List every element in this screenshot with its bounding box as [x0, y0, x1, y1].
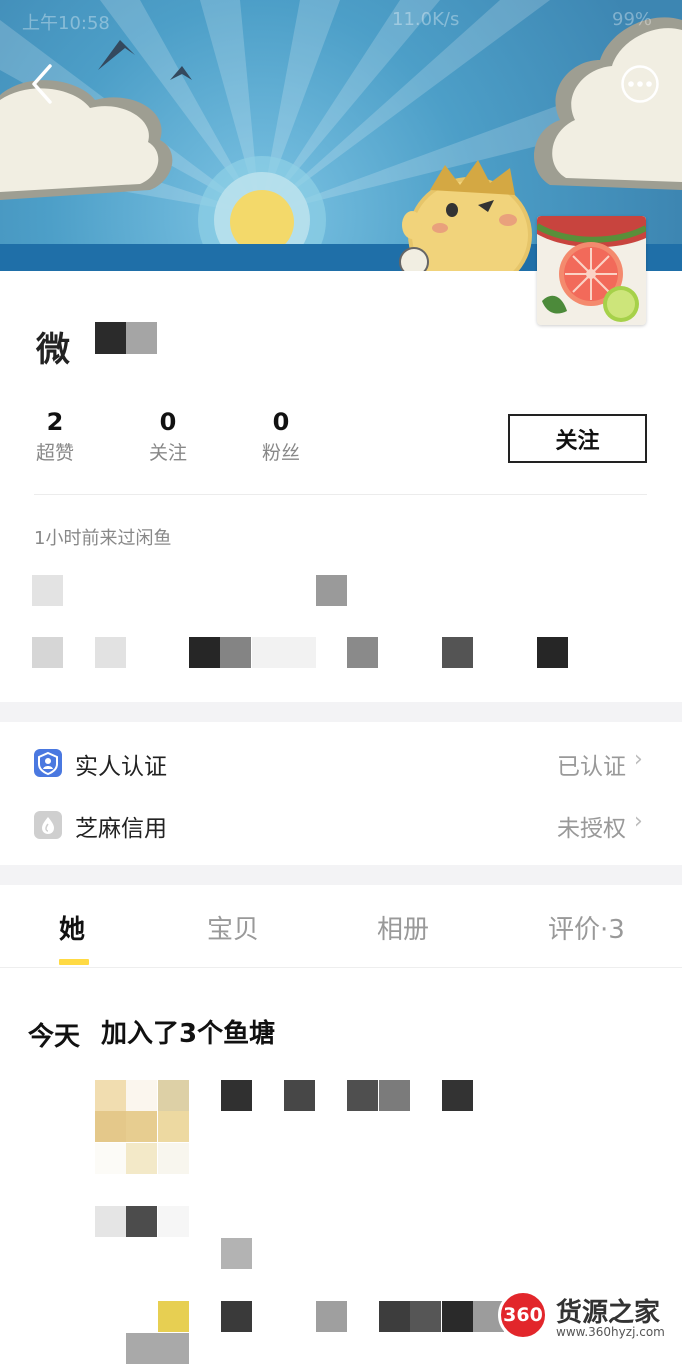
- stat-value: 0: [159, 408, 177, 436]
- status-network-speed: 11.0K/s: [392, 9, 460, 30]
- mosaic-block: [220, 637, 251, 668]
- status-time: 上午10:58: [22, 13, 110, 34]
- mosaic-block: [252, 637, 316, 668]
- stat-label: 关注: [148, 442, 187, 464]
- mosaic-block: [95, 1111, 126, 1142]
- profile-name: 微: [36, 330, 70, 370]
- tab-items[interactable]: 宝贝: [207, 909, 259, 946]
- follow-button[interactable]: 关注: [508, 414, 647, 463]
- chevron-right-icon: ›: [634, 747, 643, 772]
- stat-value: 0: [272, 408, 290, 436]
- tab-album[interactable]: 相册: [377, 909, 429, 946]
- mosaic-block: [284, 1080, 315, 1111]
- mosaic-block: [537, 637, 568, 668]
- mosaic-block: [158, 1206, 189, 1237]
- mosaic-block: [95, 1080, 126, 1111]
- mosaic-block: [442, 637, 473, 668]
- tab-active-indicator: [59, 959, 89, 965]
- name-mosaic: [95, 322, 158, 354]
- mosaic-block: [126, 1206, 157, 1237]
- watermark-badge: 360: [498, 1290, 548, 1340]
- verification-title: 芝麻信用: [75, 816, 167, 842]
- stat-likes[interactable]: 2 超赞: [25, 408, 85, 465]
- verification-value: 已认证: [557, 754, 626, 780]
- stat-label: 超赞: [35, 442, 74, 464]
- mosaic-block: [126, 1143, 157, 1174]
- feed-title: 加入了3个鱼塘: [101, 1019, 276, 1049]
- mosaic-block: [442, 1080, 473, 1111]
- mosaic-block: [95, 637, 126, 668]
- mosaic-block: [379, 1080, 410, 1111]
- tab-reviews[interactable]: 评价·3: [548, 909, 625, 946]
- more-button[interactable]: [620, 64, 660, 104]
- profile-tabs: 她 宝贝 相册 评价·3: [0, 885, 682, 968]
- stat-following[interactable]: 0 关注: [138, 408, 198, 465]
- mosaic-block: [316, 1301, 347, 1332]
- mosaic-block: [32, 637, 63, 668]
- mosaic-block: [126, 322, 157, 354]
- watermark-url: www.360hyzj.com: [556, 1325, 665, 1339]
- stat-label: 粉丝: [261, 442, 300, 464]
- chevron-right-icon: ›: [634, 809, 643, 834]
- stat-value: 2: [46, 408, 64, 436]
- verification-value: 未授权: [557, 816, 626, 842]
- back-button[interactable]: [26, 62, 66, 106]
- avatar[interactable]: [537, 216, 646, 325]
- sesame-credit-row[interactable]: 芝麻信用 未授权 ›: [0, 795, 682, 857]
- feed-day-label: 今天: [28, 1022, 81, 1052]
- mosaic-block: [221, 1301, 252, 1332]
- watermark-logo: 360 货源之家 www.360hyzj.com: [498, 1290, 682, 1346]
- mosaic-block: [158, 1143, 189, 1174]
- verification-title: 实人认证: [75, 754, 167, 780]
- mosaic-block: [32, 575, 63, 606]
- last-seen-text: 1小时前来过闲鱼: [34, 528, 172, 549]
- tab-her[interactable]: 她: [59, 909, 85, 946]
- mosaic-block: [95, 1206, 126, 1237]
- mosaic-block: [158, 1301, 189, 1332]
- mosaic-block: [126, 1111, 157, 1142]
- real-name-verification-row[interactable]: 实人认证 已认证 ›: [0, 733, 682, 795]
- person-verified-icon: [34, 749, 62, 777]
- mosaic-block: [126, 1080, 157, 1111]
- sesame-credit-icon: [34, 811, 62, 839]
- mosaic-block: [95, 1143, 126, 1174]
- mosaic-block: [410, 1301, 441, 1332]
- mosaic-block: [158, 1111, 189, 1142]
- status-battery: 99%: [612, 9, 653, 30]
- mosaic-block: [347, 637, 378, 668]
- mosaic-block: [158, 1080, 189, 1111]
- watermark-title: 货源之家: [556, 1298, 661, 1328]
- stat-followers[interactable]: 0 粉丝: [251, 408, 311, 465]
- divider: [34, 494, 647, 495]
- mosaic-block: [316, 575, 347, 606]
- mosaic-block: [126, 1333, 189, 1364]
- mosaic-block: [189, 637, 220, 668]
- avatar-image: [537, 216, 646, 325]
- section-separator: [0, 865, 682, 885]
- mosaic-block: [95, 322, 126, 354]
- mosaic-block: [347, 1080, 378, 1111]
- chevron-left-icon: [32, 64, 52, 104]
- mosaic-block: [379, 1301, 410, 1332]
- status-bar: 上午10:58 11.0K/s 99%: [0, 0, 682, 40]
- section-separator: [0, 702, 682, 722]
- ellipsis-circle-icon: [621, 65, 659, 103]
- mosaic-block: [221, 1238, 252, 1269]
- mosaic-block: [221, 1080, 252, 1111]
- mosaic-block: [442, 1301, 473, 1332]
